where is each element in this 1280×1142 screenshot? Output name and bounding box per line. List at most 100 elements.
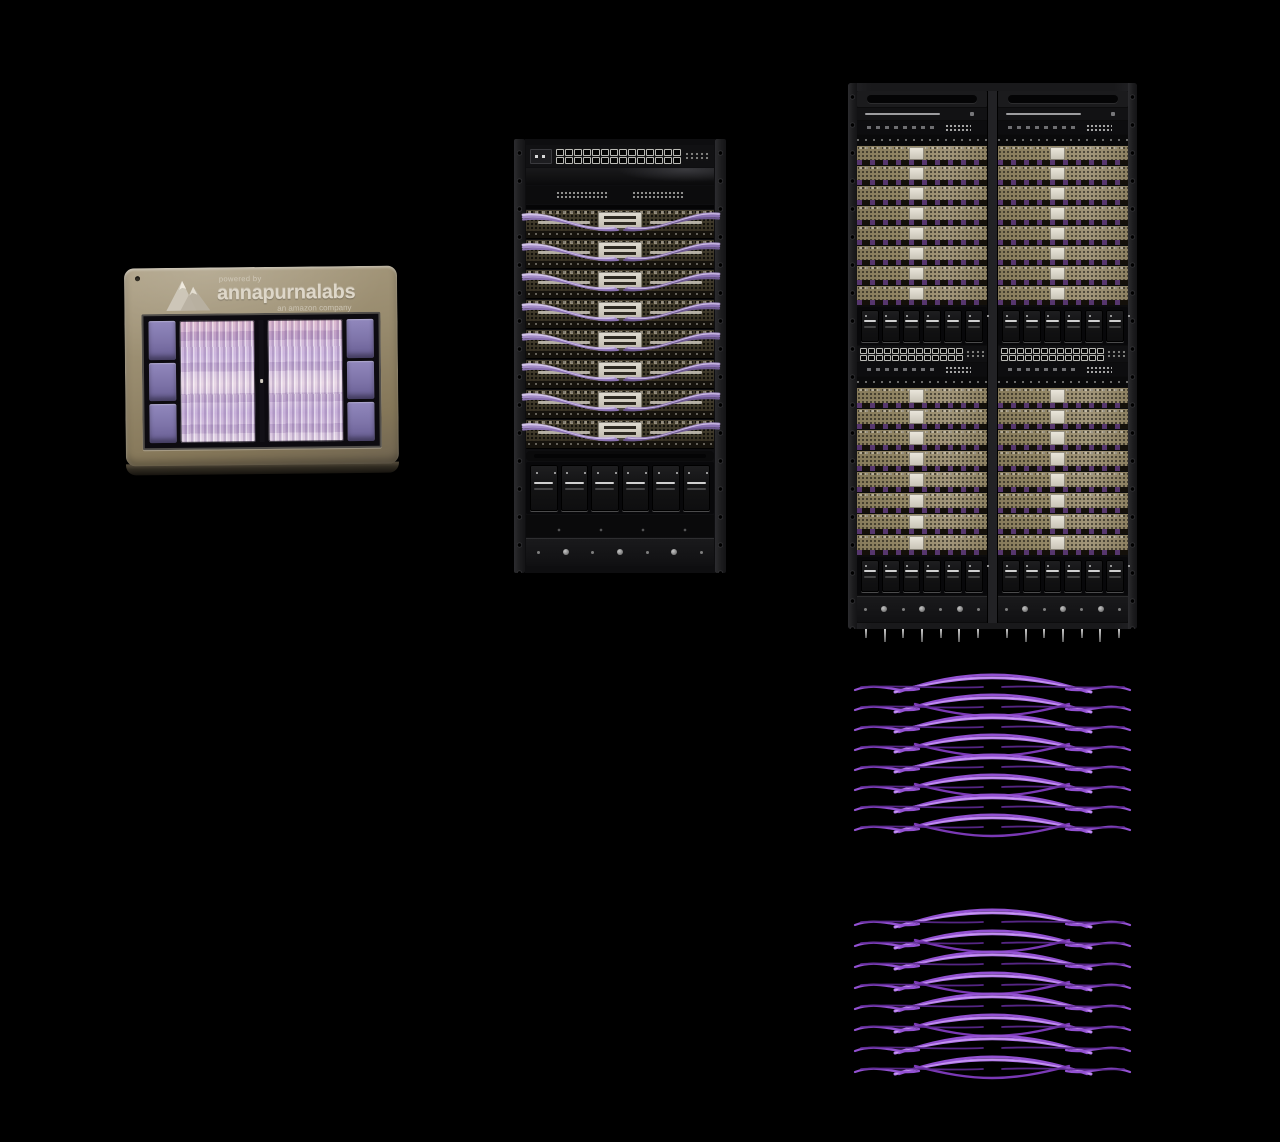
purple-cable [1002,1068,1124,1069]
purple-cable [1002,1047,1124,1048]
ethernet-port [1065,348,1072,354]
bezel-slot [867,95,976,103]
server-tray [998,409,1128,429]
purple-cable [861,786,983,787]
purple-cable [855,985,919,988]
purple-cable [895,758,1091,772]
ethernet-port [592,157,600,164]
tray-io-strip [998,200,1128,205]
purple-cable [861,984,983,985]
network-switch [857,121,987,134]
ethernet-port [628,157,636,164]
purple-cable [899,675,1087,692]
screw [591,551,594,554]
screw [957,606,963,612]
port-row [1001,355,1104,361]
server-tray [526,270,714,298]
ethernet-port [592,149,600,156]
purple-cable [861,1068,983,1069]
purple-cable [861,766,983,767]
screw [1005,608,1008,611]
purple-cable [895,955,1091,969]
psu-module [1106,310,1124,342]
purple-cable [855,827,919,830]
rack-divider [526,205,714,209]
network-switch [857,108,987,120]
tray-io-strip [857,260,987,265]
purple-cable [861,1005,983,1006]
server-tray [857,246,987,265]
foot-pin [1099,629,1101,642]
screw [1098,606,1104,612]
hbm-stack [347,402,374,441]
ethernet-port [673,157,681,164]
purple-cable [895,1018,1091,1032]
purple-cable [915,1066,1069,1078]
tray-center-module [598,362,642,381]
purple-cable [855,1069,919,1072]
purple-cable [1066,727,1130,730]
purple-cable [855,787,919,790]
port-indicator-dots [966,350,984,359]
purple-cable [899,910,1087,927]
purple-cable [899,931,1087,948]
screw [864,608,867,611]
tray-center-module [1050,389,1065,403]
rack-rail-left [848,83,857,629]
purple-cable [1066,827,1130,830]
server-tray [857,451,987,471]
psu-module [882,560,900,592]
ethernet-port [1017,355,1024,361]
network-switch [998,121,1128,134]
purple-cable [855,1027,919,1030]
purple-cable [1066,1048,1130,1051]
tagline-label: an amazon company [277,304,351,313]
purple-cable [1066,687,1130,690]
server-tray [998,286,1128,305]
switch-port-row [857,135,987,145]
psu-module [861,560,879,592]
ethernet-port [932,348,939,354]
tray-io-strip [998,280,1128,285]
purple-cable [915,784,1069,796]
powered-by-label: powered by [219,274,355,283]
purple-cable [915,824,1069,836]
screw [1060,606,1066,612]
hbm-stack [347,360,374,399]
server-tray [998,472,1128,492]
purple-cable [861,942,983,943]
purple-cable [1002,786,1124,787]
purple-cable [1002,963,1124,964]
chip-package-top: powered by annapurnalabs an amazon compa… [124,266,399,467]
ethernet-port [876,348,883,354]
psu-module [1023,560,1041,592]
compute-die-right [267,319,343,442]
die-gap [258,320,264,442]
double-server-rack [848,83,1137,629]
foot-pin [1118,629,1120,638]
purple-cable [861,726,983,727]
hbm-stack [148,321,175,360]
screw [1043,608,1046,611]
port-row [860,355,963,361]
purple-cable [861,706,983,707]
feet-group-right [998,629,1128,647]
rack-rail-right [715,139,726,573]
purple-cable [861,806,983,807]
tray-io-strip [526,291,714,298]
screw [700,551,703,554]
tray-center-module [909,410,924,424]
purple-cable [1066,807,1130,810]
ethernet-port [1033,355,1040,361]
ethernet-port [956,348,963,354]
purple-cable [1002,726,1124,727]
purple-cable [861,1047,983,1048]
foot-pin [865,629,867,638]
ethernet-port [908,355,915,361]
ethernet-port [601,149,609,156]
screw-row [526,538,714,566]
purple-cable [861,826,983,827]
tray-center-module [909,431,924,445]
purple-cable [861,746,983,747]
hbm-stack [149,404,176,443]
